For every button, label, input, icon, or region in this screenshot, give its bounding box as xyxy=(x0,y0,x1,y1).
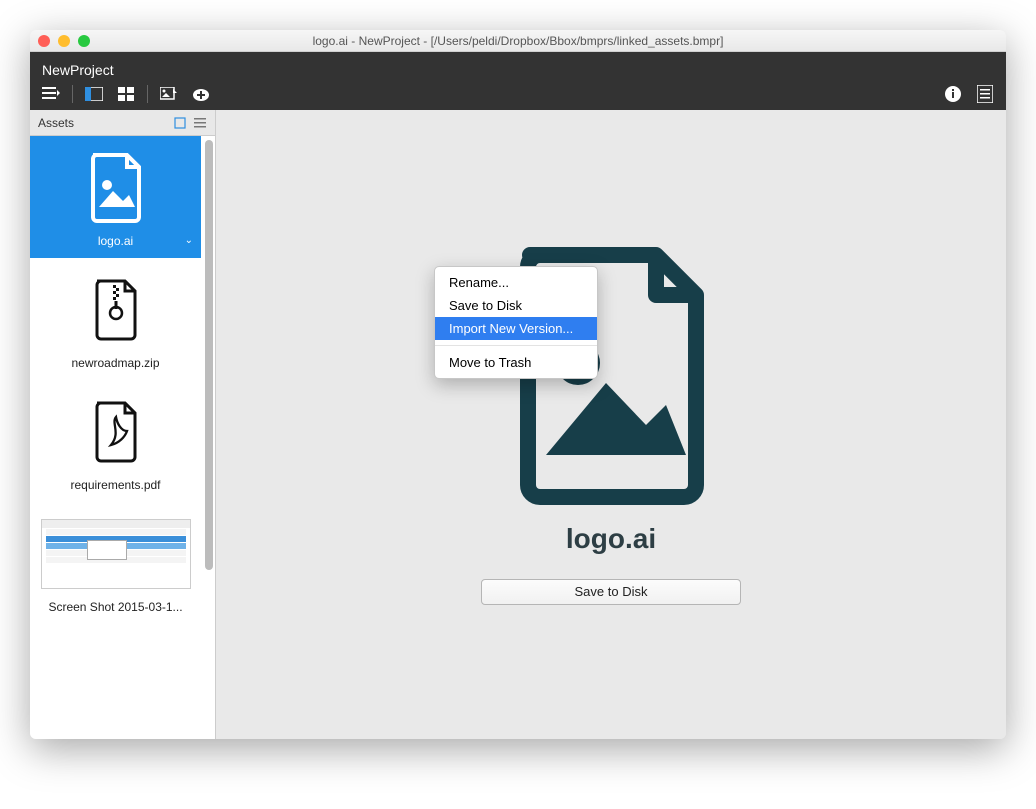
asset-item-logo-ai[interactable]: logo.ai ⌄ xyxy=(30,136,201,258)
window-maximize-button[interactable] xyxy=(78,35,90,47)
grid-icon xyxy=(118,87,134,101)
info-icon xyxy=(944,85,962,103)
screenshot-thumbnail xyxy=(34,512,197,596)
view-panel-button[interactable] xyxy=(83,84,105,104)
image-tool-button[interactable] xyxy=(158,84,180,104)
chevron-down-icon[interactable]: ⌄ xyxy=(185,235,193,246)
asset-item-screenshot[interactable]: Screen Shot 2015-03-1... xyxy=(30,502,201,624)
asset-context-menu: Rename... Save to Disk Import New Versio… xyxy=(434,266,598,379)
context-menu-import-new-version[interactable]: Import New Version... xyxy=(435,317,597,340)
asset-label: Screen Shot 2015-03-1... xyxy=(34,600,197,614)
scrollbar-thumb[interactable] xyxy=(205,140,213,570)
asset-label: requirements.pdf xyxy=(34,478,197,492)
preview-area: logo.ai Save to Disk Rename... Save to D… xyxy=(216,110,1006,739)
window-title: logo.ai - NewProject - [/Users/peldi/Dro… xyxy=(30,34,1006,48)
traffic-lights xyxy=(38,35,90,47)
assets-panel-header: Assets xyxy=(30,110,215,136)
assets-panel-title: Assets xyxy=(38,116,74,130)
context-menu-rename[interactable]: Rename... xyxy=(435,271,597,294)
asset-label: newroadmap.zip xyxy=(34,356,197,370)
info-button[interactable] xyxy=(942,84,964,104)
image-arrow-icon xyxy=(160,87,178,101)
context-menu-save-to-disk[interactable]: Save to Disk xyxy=(435,294,597,317)
asset-label: logo.ai xyxy=(34,234,197,248)
window-minimize-button[interactable] xyxy=(58,35,70,47)
preview-title: logo.ai xyxy=(566,523,656,555)
expand-icon[interactable] xyxy=(173,116,187,130)
zip-file-icon xyxy=(34,268,197,352)
titlebar: logo.ai - NewProject - [/Users/peldi/Dro… xyxy=(30,30,1006,52)
project-name-label: NewProject xyxy=(40,58,996,84)
view-grid-button[interactable] xyxy=(115,84,137,104)
toolbar-separator xyxy=(72,85,73,103)
asset-item-requirements-pdf[interactable]: requirements.pdf xyxy=(30,380,201,502)
list-view-icon[interactable] xyxy=(193,116,207,130)
menu-separator xyxy=(435,345,597,346)
cloud-plus-icon xyxy=(192,86,210,102)
save-to-disk-button[interactable]: Save to Disk xyxy=(481,579,741,605)
app-window: logo.ai - NewProject - [/Users/peldi/Dro… xyxy=(30,30,1006,739)
toolbar-row xyxy=(40,84,996,104)
scrollbar[interactable] xyxy=(205,140,213,570)
list-panel-icon xyxy=(977,85,993,103)
pdf-file-icon xyxy=(34,390,197,474)
asset-item-newroadmap-zip[interactable]: newroadmap.zip xyxy=(30,258,201,380)
toolbar-separator xyxy=(147,85,148,103)
main-toolbar: NewProject xyxy=(30,52,1006,110)
main-area: Assets xyxy=(30,110,1006,739)
hamburger-icon xyxy=(42,87,60,101)
inspector-button[interactable] xyxy=(974,84,996,104)
window-close-button[interactable] xyxy=(38,35,50,47)
assets-panel: Assets xyxy=(30,110,216,739)
image-file-icon xyxy=(34,146,197,230)
panel-layout-icon xyxy=(85,87,103,101)
asset-list: logo.ai ⌄ xyxy=(30,136,215,739)
add-button[interactable] xyxy=(190,84,212,104)
menu-button[interactable] xyxy=(40,84,62,104)
context-menu-move-to-trash[interactable]: Move to Trash xyxy=(435,351,597,374)
